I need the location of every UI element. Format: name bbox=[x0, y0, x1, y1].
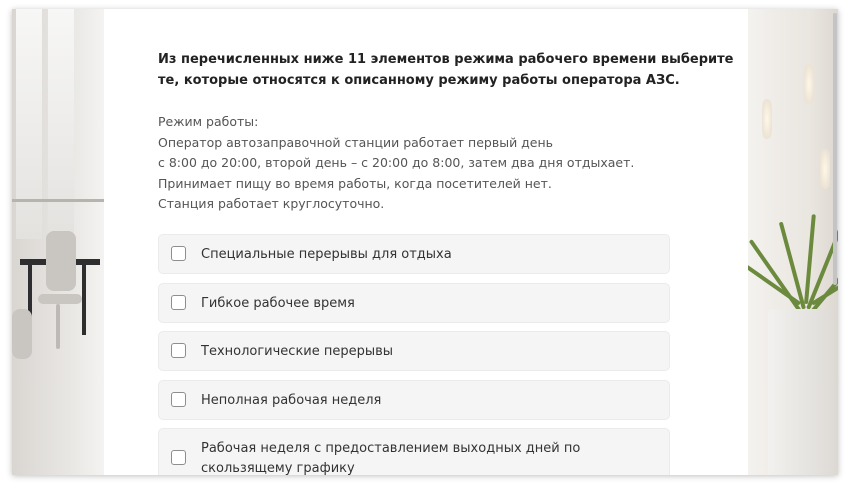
description-line: с 8:00 до 20:00, второй день – с 20:00 д… bbox=[158, 155, 635, 170]
app-frame: Из перечисленных ниже 11 элементов режим… bbox=[12, 9, 838, 475]
option-special-breaks[interactable]: Специальные перерывы для отдыха bbox=[158, 234, 670, 274]
option-label: Технологические перерывы bbox=[201, 344, 394, 359]
option-flexible-time[interactable]: Гибкое рабочее время bbox=[158, 282, 670, 323]
work-mode-description: Режим работы: Оператор автозаправочной с… bbox=[158, 112, 718, 215]
scrollbar-thumb[interactable] bbox=[833, 13, 837, 285]
checkbox[interactable] bbox=[171, 294, 186, 310]
answer-options-list: Специальные перерывы для отдыха Гибкое р… bbox=[158, 234, 670, 475]
option-sliding-schedule-week[interactable]: Рабочая неделя с предоставлением выходны… bbox=[158, 428, 670, 475]
question-card: Из перечисленных ниже 11 элементов режим… bbox=[104, 9, 748, 475]
option-technological-breaks[interactable]: Технологические перерывы bbox=[158, 331, 670, 371]
option-label: Специальные перерывы для отдыха bbox=[201, 247, 452, 262]
option-label: Неполная рабочая неделя bbox=[201, 392, 382, 408]
description-line: Принимает пищу во время работы, когда по… bbox=[158, 175, 552, 191]
potted-plant-image bbox=[748, 9, 838, 475]
description-line: Станция работает круглосуточно. bbox=[158, 196, 385, 211]
option-label: Рабочая неделя с предоставлением выходны… bbox=[201, 441, 581, 475]
question-text: Из перечисленных ниже 11 элементов режим… bbox=[158, 52, 734, 88]
option-label: Гибкое рабочее время bbox=[201, 295, 355, 311]
office-interior-image bbox=[12, 9, 104, 475]
description-line: Оператор автозаправочной станции работае… bbox=[158, 134, 554, 150]
checkbox[interactable] bbox=[171, 391, 186, 407]
checkbox[interactable] bbox=[171, 246, 186, 261]
checkbox[interactable] bbox=[171, 450, 186, 465]
checkbox[interactable] bbox=[171, 343, 186, 358]
option-part-time-week[interactable]: Неполная рабочая неделя bbox=[158, 379, 670, 420]
description-line: Режим работы: bbox=[158, 114, 259, 129]
